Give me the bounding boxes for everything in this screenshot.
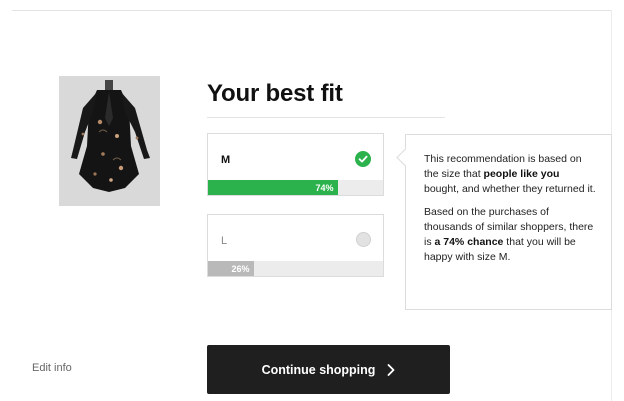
radio-empty-icon <box>356 232 371 247</box>
info-paragraph-2: Based on the purchases of thousands of s… <box>424 206 594 263</box>
fit-probability-bar: 26% <box>208 261 383 276</box>
info-pointer <box>396 148 415 167</box>
check-circle-icon <box>355 151 371 167</box>
size-label: M <box>221 154 231 166</box>
fit-probability-fill: 26% <box>208 261 254 276</box>
size-label: L <box>221 235 228 247</box>
chevron-right-icon <box>387 363 395 376</box>
recommendation-info: This recommendation is based on the size… <box>396 134 612 310</box>
title-divider <box>207 117 445 118</box>
fit-probability-label: 74% <box>315 182 334 193</box>
size-option-m[interactable]: M 74% <box>207 133 384 196</box>
top-divider <box>12 10 612 11</box>
size-option-l[interactable]: L 26% <box>207 214 384 277</box>
continue-shopping-label: Continue shopping <box>261 362 376 377</box>
fit-probability-bar: 74% <box>208 180 383 195</box>
edit-info-link[interactable]: Edit info <box>32 362 72 374</box>
product-image <box>59 76 160 206</box>
dress-illustration <box>59 76 160 206</box>
continue-shopping-button[interactable]: Continue shopping <box>207 345 450 394</box>
fit-probability-fill: 74% <box>208 180 338 195</box>
info-paragraph-1: This recommendation is based on the size… <box>424 153 596 195</box>
page-title: Your best fit <box>207 80 343 107</box>
fit-probability-label: 26% <box>231 263 250 274</box>
